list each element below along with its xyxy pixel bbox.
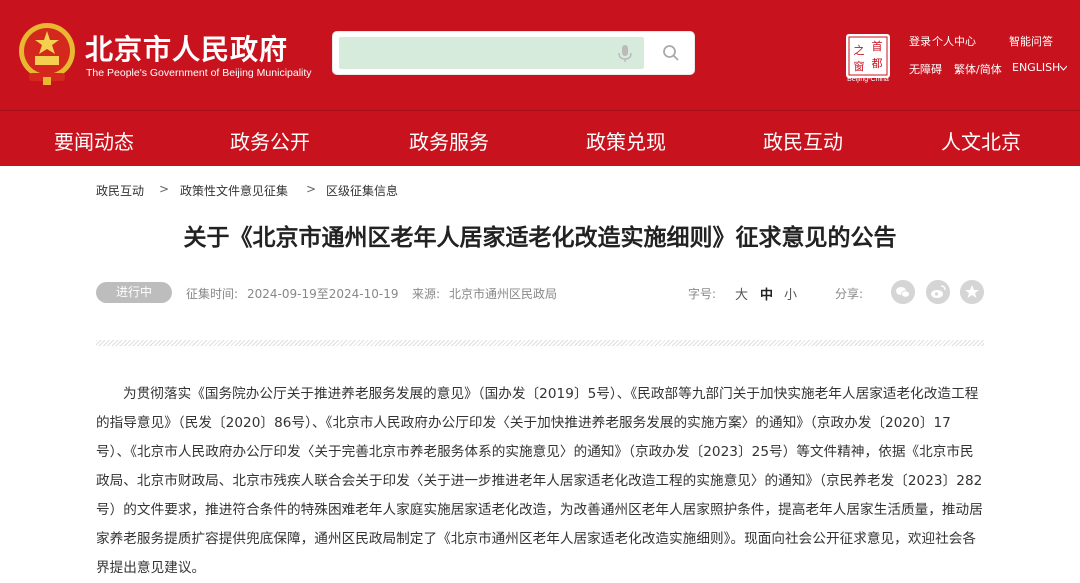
nav-item-gov-services[interactable]: 政务服务 bbox=[409, 126, 489, 155]
search-icon[interactable] bbox=[660, 42, 682, 64]
font-size-small-button[interactable]: 小 bbox=[784, 284, 797, 303]
weibo-icon[interactable] bbox=[926, 280, 950, 304]
seal-char: 都 bbox=[872, 57, 883, 70]
seal-caption: Beijing-China bbox=[847, 76, 889, 83]
nav-item-interaction[interactable]: 政民互动 bbox=[763, 126, 843, 155]
period-value: 2024-09-19至2024-10-19 bbox=[247, 287, 399, 301]
english-link[interactable]: ENGLISH bbox=[1012, 61, 1060, 74]
source-label: 来源: bbox=[412, 287, 441, 301]
breadcrumb-item[interactable]: 政策性文件意见征集 bbox=[180, 182, 288, 199]
chevron-down-icon[interactable] bbox=[1060, 65, 1067, 71]
search-box bbox=[332, 31, 695, 75]
personal-center-link[interactable]: 个人中心 bbox=[932, 33, 976, 49]
breadcrumb-item[interactable]: 区级征集信息 bbox=[326, 182, 398, 199]
national-emblem-icon[interactable] bbox=[17, 21, 77, 87]
capital-window-seal-icon[interactable]: 首 之 都 窗 bbox=[844, 32, 892, 82]
search-input[interactable] bbox=[339, 37, 644, 69]
seal-char: 窗 bbox=[854, 59, 865, 73]
microphone-icon[interactable] bbox=[614, 42, 636, 64]
smart-qa-link[interactable]: 智能问答 bbox=[1009, 33, 1053, 49]
accessibility-link[interactable]: 无障碍 bbox=[909, 61, 942, 77]
nav-item-culture[interactable]: 人文北京 bbox=[941, 126, 1021, 155]
breadcrumb-item[interactable]: 政民互动 bbox=[96, 182, 144, 199]
seal-char: 首 bbox=[872, 39, 883, 53]
nav-item-gov-affairs-public[interactable]: 政务公开 bbox=[230, 126, 310, 155]
page-title: 关于《北京市通州区老年人居家适老化改造实施细则》征求意见的公告 bbox=[183, 225, 897, 251]
breadcrumb-separator: > bbox=[159, 182, 170, 196]
article-body: 为贯彻落实《国务院办公厅关于推进养老服务发展的意见》（国办发〔2019〕5号）、… bbox=[96, 386, 983, 576]
font-size-large-button[interactable]: 大 bbox=[735, 284, 748, 303]
wechat-icon[interactable] bbox=[891, 280, 915, 304]
favorite-icon[interactable] bbox=[960, 280, 984, 304]
hatched-divider bbox=[96, 340, 984, 346]
login-link[interactable]: 登录 bbox=[909, 33, 931, 49]
nav-item-news[interactable]: 要闻动态 bbox=[54, 126, 134, 155]
site-header: 北京市人民政府 The People's Government of Beiji… bbox=[0, 0, 1080, 110]
seal-char: 之 bbox=[854, 43, 865, 57]
source-value: 北京市通州区民政局 bbox=[449, 287, 558, 301]
trad-simp-toggle[interactable]: 繁体/简体 bbox=[954, 61, 1002, 77]
breadcrumb-separator: > bbox=[306, 182, 317, 196]
font-size-label: 字号: bbox=[688, 287, 717, 301]
period-label: 征集时间: bbox=[186, 287, 239, 301]
status-badge: 进行中 bbox=[96, 282, 172, 303]
share-label: 分享: bbox=[835, 287, 864, 301]
main-nav: 要闻动态 政务公开 政务服务 政策兑现 政民互动 人文北京 bbox=[0, 110, 1080, 166]
nav-item-policy[interactable]: 政策兑现 bbox=[586, 126, 666, 155]
font-size-medium-button[interactable]: 中 bbox=[760, 284, 773, 303]
site-title[interactable]: 北京市人民政府 bbox=[85, 28, 288, 68]
site-subtitle: The People's Government of Beijing Munic… bbox=[86, 67, 312, 79]
